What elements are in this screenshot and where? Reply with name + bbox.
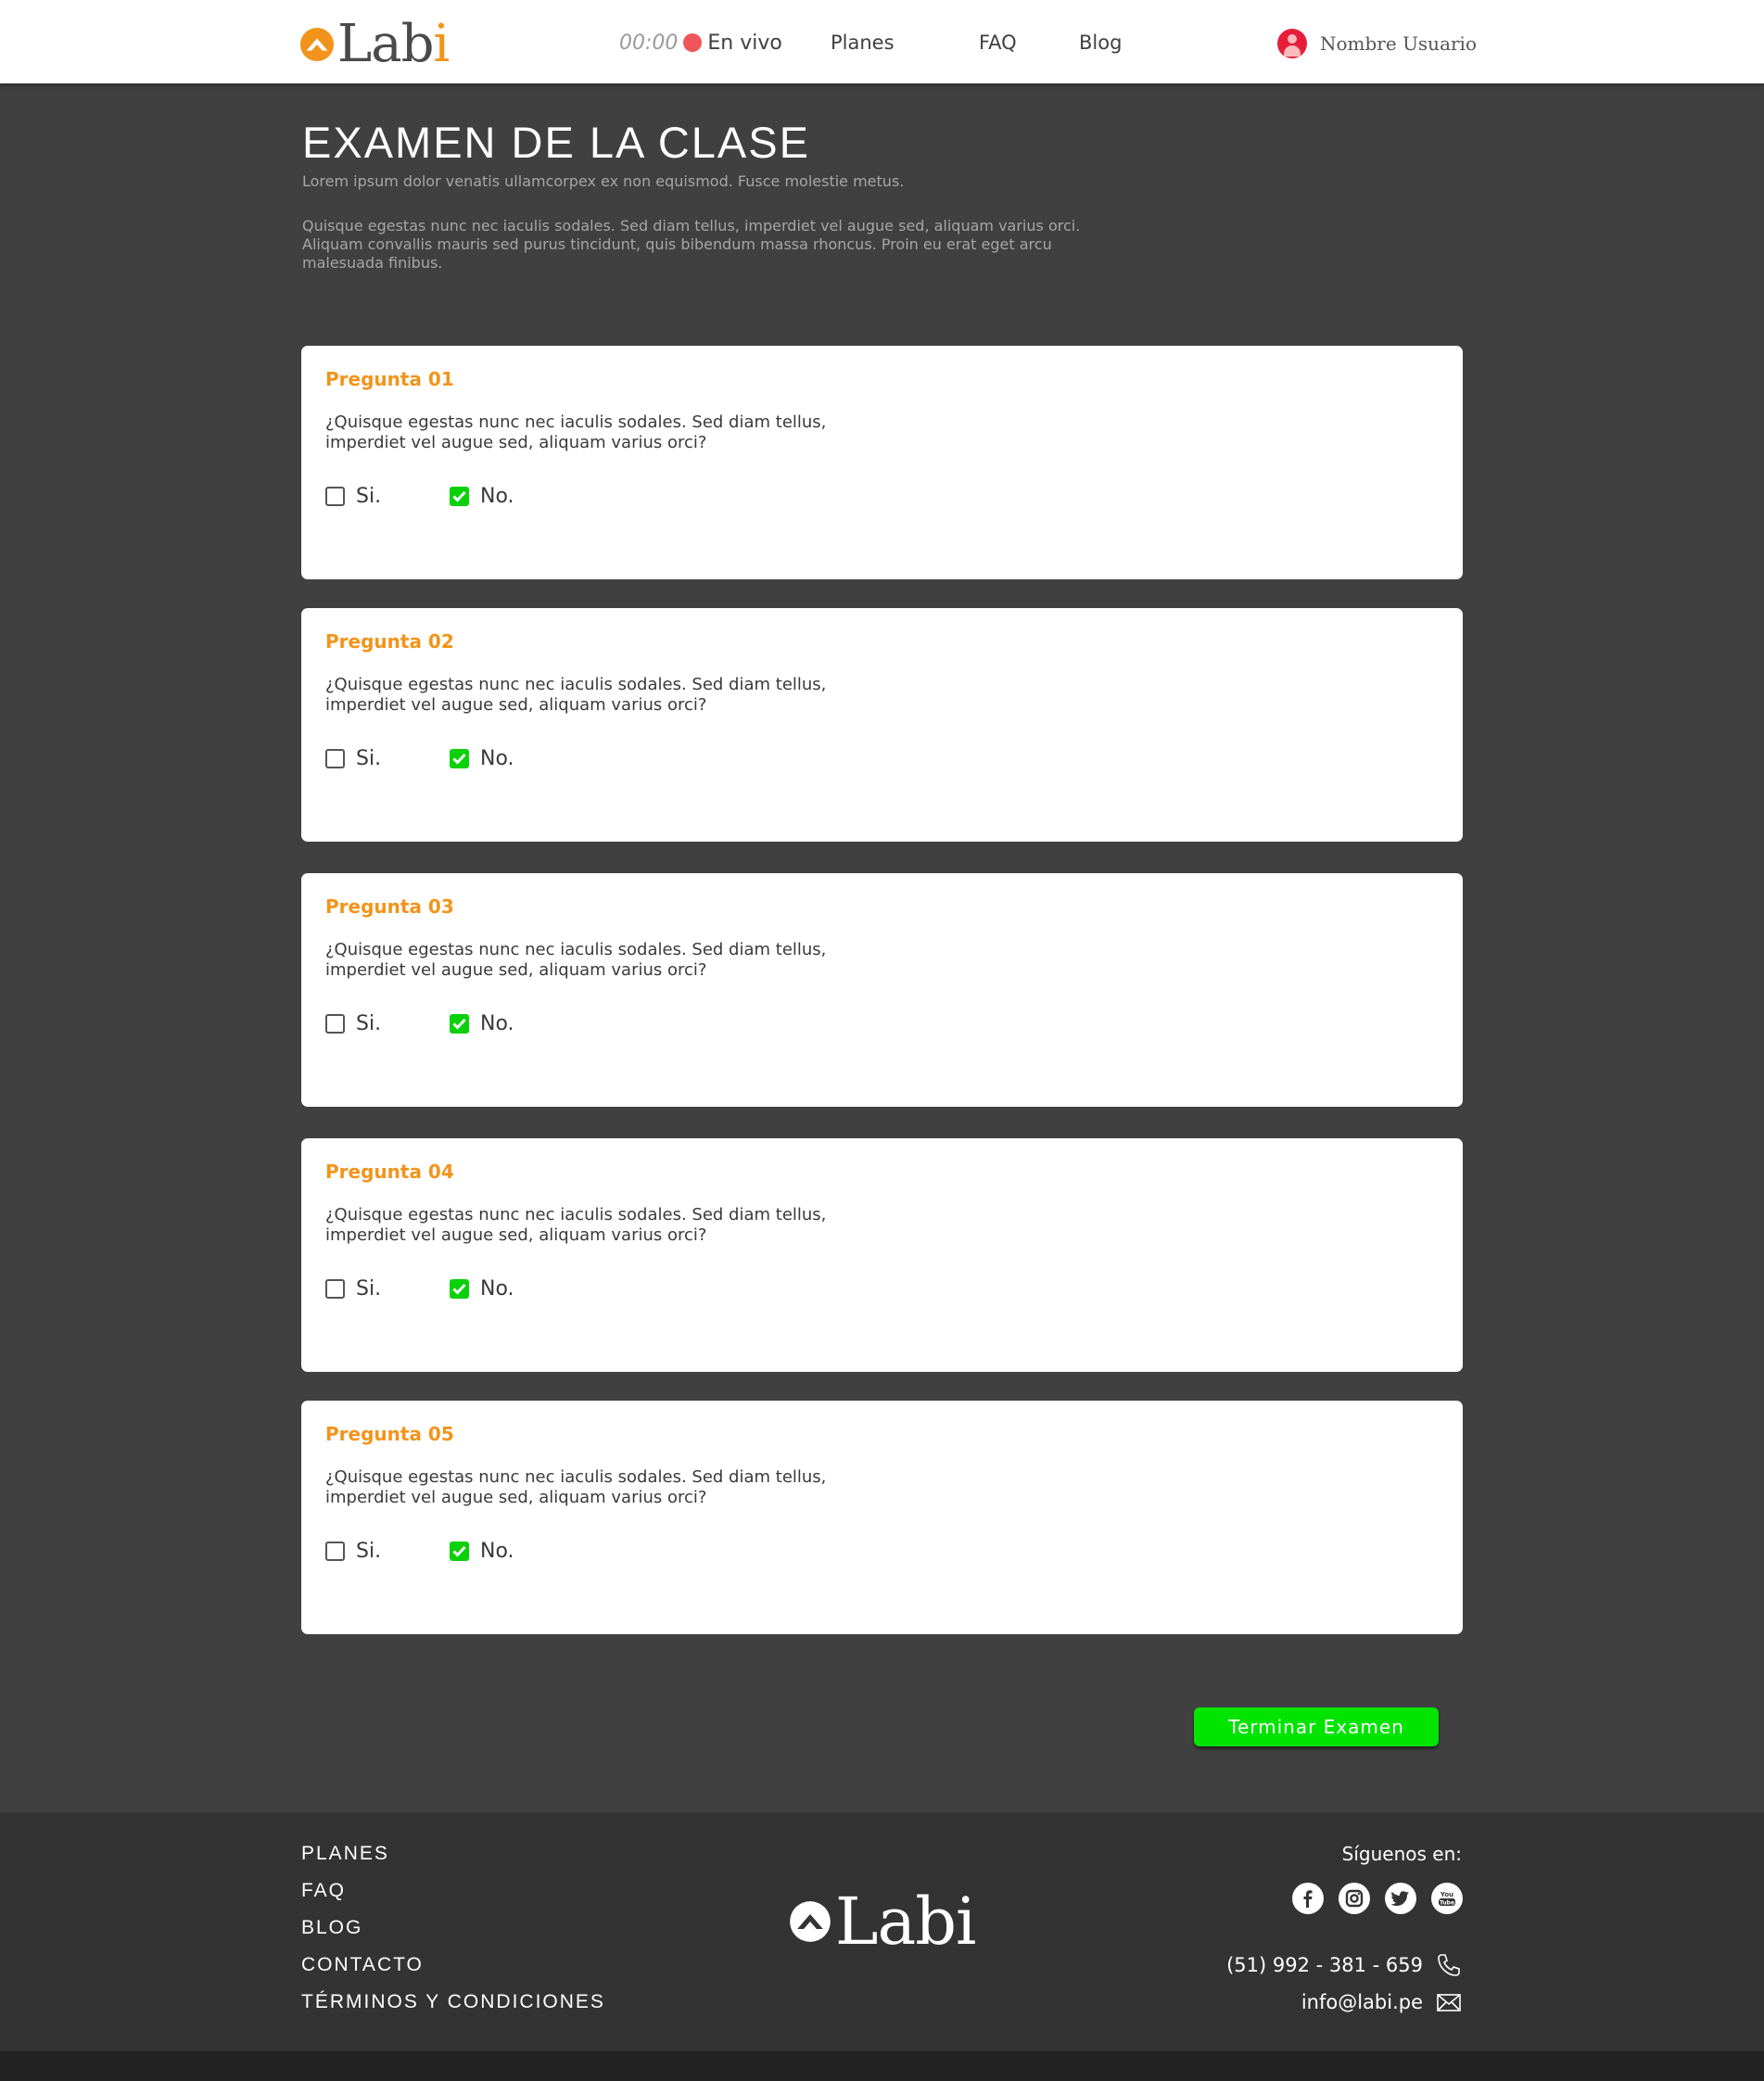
option-no[interactable]: No.: [450, 1539, 514, 1563]
svg-text:You: You: [1440, 1891, 1453, 1898]
checkbox-no-checked[interactable]: [450, 486, 469, 506]
option-no[interactable]: No.: [450, 746, 514, 770]
checkmark-icon: [452, 1018, 466, 1030]
option-yes-label: Si.: [356, 1539, 382, 1563]
footer-link-terminos[interactable]: TÉRMINOS Y CONDICIONES: [301, 1991, 605, 2013]
nav-faq[interactable]: FAQ: [979, 28, 1017, 57]
checkbox-no-checked[interactable]: [450, 1278, 469, 1299]
checkbox-no-checked[interactable]: [450, 1541, 469, 1561]
question-card: Pregunta 04 ¿Quisque egestas nunc nec ia…: [301, 1138, 1463, 1372]
labi-logo[interactable]: Labi: [299, 14, 450, 74]
option-yes[interactable]: Si.: [325, 1276, 382, 1301]
option-yes-label: Si.: [356, 484, 382, 508]
option-no[interactable]: No.: [450, 484, 514, 508]
question-text: ¿Quisque egestas nunc nec iaculis sodale…: [325, 675, 827, 715]
email-address: info@labi.pe: [1301, 1991, 1423, 2013]
question-card: Pregunta 05 ¿Quisque egestas nunc nec ia…: [301, 1401, 1463, 1634]
page-subtitle: Lorem ipsum dolor venatis ullamcorpex ex…: [302, 172, 905, 190]
checkbox-yes[interactable]: [325, 1013, 345, 1034]
checkbox-no-checked[interactable]: [450, 1013, 469, 1034]
live-dot-icon: [683, 33, 703, 52]
user-menu[interactable]: Nombre Usuario: [1277, 28, 1477, 59]
logo-icon: [299, 27, 335, 62]
logo-text-accent: i: [433, 14, 450, 74]
checkbox-yes[interactable]: [325, 1278, 345, 1299]
option-yes-label: Si.: [356, 1011, 382, 1035]
checkmark-icon: [452, 1283, 466, 1295]
footer-bottom-bar: [0, 2051, 1764, 2081]
footer-logo-text: Labi: [835, 1884, 976, 1960]
question-text: ¿Quisque egestas nunc nec iaculis sodale…: [325, 1467, 827, 1507]
phone-number: (51) 992 - 381 - 659: [1226, 1954, 1423, 1976]
question-card: Pregunta 01 ¿Quisque egestas nunc nec ia…: [301, 346, 1463, 579]
phone-contact[interactable]: (51) 992 - 381 - 659: [1226, 1952, 1462, 1978]
live-timer: 00:00: [619, 31, 679, 55]
checkbox-yes[interactable]: [325, 1541, 345, 1561]
footer-logo-icon: [790, 1901, 831, 1942]
option-yes-label: Si.: [356, 1276, 382, 1301]
question-title: Pregunta 04: [325, 1161, 454, 1183]
nav-blog[interactable]: Blog: [1079, 28, 1122, 57]
question-card: Pregunta 03 ¿Quisque egestas nunc nec ia…: [301, 873, 1463, 1107]
nav-planes[interactable]: Planes: [831, 28, 895, 57]
twitter-icon[interactable]: [1385, 1883, 1416, 1914]
question-text: ¿Quisque egestas nunc nec iaculis sodale…: [325, 940, 827, 980]
facebook-icon[interactable]: [1292, 1883, 1324, 1914]
footer-link-faq[interactable]: FAQ: [301, 1880, 346, 1902]
checkmark-icon: [452, 490, 466, 502]
option-no[interactable]: No.: [450, 1011, 514, 1035]
option-yes[interactable]: Si.: [325, 484, 382, 508]
mail-icon: [1437, 1994, 1461, 2011]
question-card: Pregunta 02 ¿Quisque egestas nunc nec ia…: [301, 608, 1463, 842]
checkmark-icon: [452, 1545, 466, 1557]
checkbox-no-checked[interactable]: [450, 748, 469, 768]
youtube-icon[interactable]: You Tube: [1431, 1883, 1463, 1914]
question-text: ¿Quisque egestas nunc nec iaculis sodale…: [325, 1205, 827, 1245]
footer-link-blog[interactable]: BLOG: [301, 1917, 362, 1939]
footer-link-contacto[interactable]: CONTACTO: [301, 1954, 424, 1976]
option-no-label: No.: [480, 484, 514, 508]
live-label: En vivo: [707, 31, 782, 55]
option-no-label: No.: [480, 1539, 514, 1563]
footer-link-planes[interactable]: PLANES: [301, 1843, 389, 1865]
checkbox-yes[interactable]: [325, 748, 345, 768]
question-title: Pregunta 01: [325, 368, 454, 390]
page-description: Quisque egestas nunc nec iaculis sodales…: [302, 217, 1081, 272]
user-name: Nombre Usuario: [1320, 32, 1477, 55]
option-yes-label: Si.: [356, 746, 382, 770]
live-indicator[interactable]: 00:00 En vivo: [619, 28, 782, 57]
phone-icon: [1438, 1954, 1460, 1976]
email-contact[interactable]: info@labi.pe: [1301, 1989, 1462, 2015]
finish-exam-button[interactable]: Terminar Examen: [1194, 1707, 1439, 1746]
svg-text:Tube: Tube: [1440, 1900, 1454, 1907]
instagram-icon[interactable]: [1339, 1883, 1370, 1914]
option-no-label: No.: [480, 1276, 514, 1301]
option-no-label: No.: [480, 1011, 514, 1035]
question-title: Pregunta 02: [325, 630, 454, 653]
option-yes[interactable]: Si.: [325, 1539, 382, 1563]
option-yes[interactable]: Si.: [325, 1011, 382, 1035]
top-header: Labi 00:00 En vivo Planes FAQ Blog Nombr…: [0, 0, 1764, 83]
option-no[interactable]: No.: [450, 1276, 514, 1301]
follow-us-label: Síguenos en:: [1341, 1843, 1462, 1865]
question-title: Pregunta 03: [325, 895, 454, 918]
footer-logo[interactable]: Labi: [789, 1884, 976, 1960]
question-text: ¿Quisque egestas nunc nec iaculis sodale…: [325, 412, 827, 452]
logo-text-main: Lab: [337, 14, 434, 74]
checkmark-icon: [452, 753, 466, 765]
option-no-label: No.: [480, 746, 514, 770]
question-title: Pregunta 05: [325, 1423, 454, 1445]
checkbox-yes[interactable]: [325, 486, 345, 506]
page-title: EXAMEN DE LA CLASE: [302, 118, 810, 167]
user-avatar-icon: [1277, 29, 1307, 58]
option-yes[interactable]: Si.: [325, 746, 382, 770]
